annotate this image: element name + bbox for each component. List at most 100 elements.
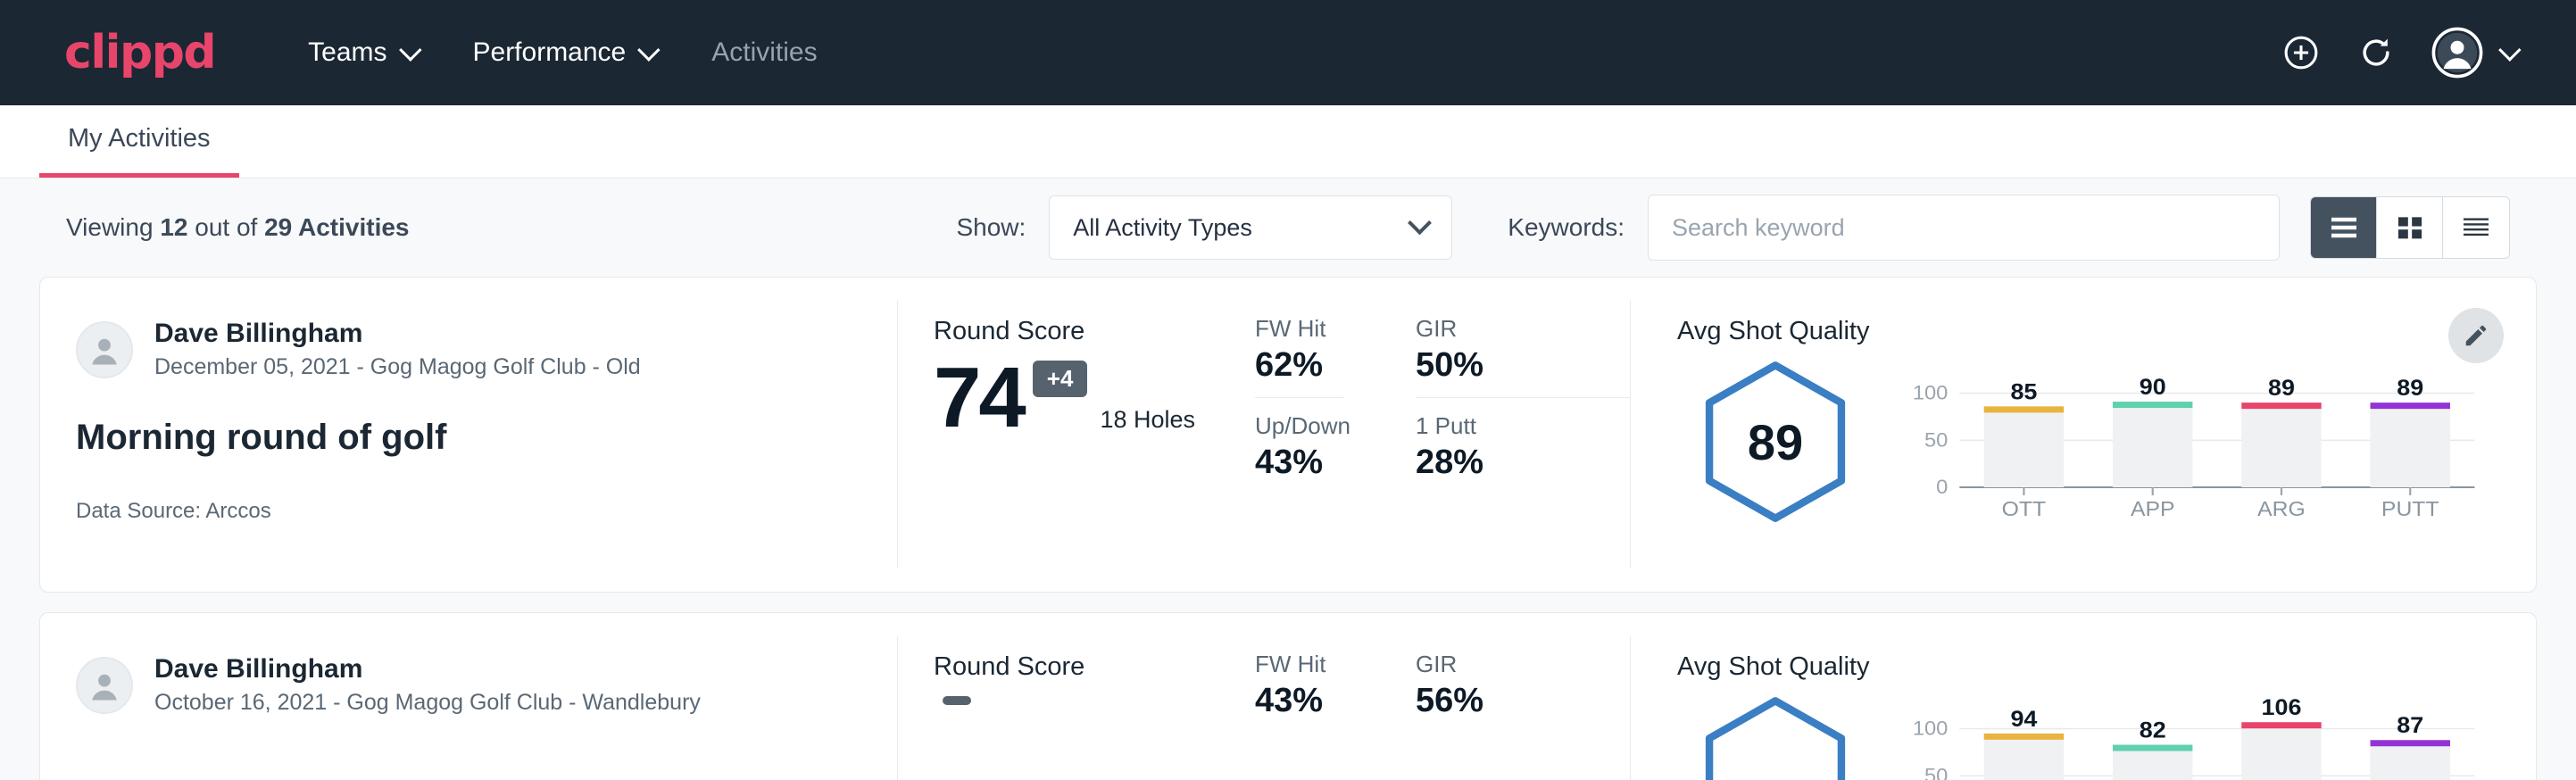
avg-shot-quality-body: 89 05010085OTT90APP89ARG89PUTT <box>1677 361 2482 526</box>
view-mode-grid-button[interactable] <box>2377 197 2443 258</box>
view-mode-list-button[interactable] <box>2311 197 2377 258</box>
activity-author: Dave Billingham December 05, 2021 - Gog … <box>76 317 861 382</box>
svg-text:50: 50 <box>1924 428 1948 451</box>
svg-text:ARG: ARG <box>2257 498 2306 521</box>
avg-shot-quality-label: Avg Shot Quality <box>1677 317 2482 346</box>
activity-meta: October 16, 2021 - Gog Magog Golf Club -… <box>154 688 701 718</box>
round-score-row <box>934 691 1255 705</box>
tab-my-activities[interactable]: My Activities <box>39 124 239 178</box>
svg-text:94: 94 <box>2010 706 2038 732</box>
stat-value: 56% <box>1416 682 1630 720</box>
nav-links: Teams Performance Activities <box>279 21 845 84</box>
list-view-icon <box>2329 215 2359 240</box>
pencil-icon <box>2463 322 2489 349</box>
clippd-logo[interactable]: clippd <box>64 26 215 79</box>
stat-label: FW Hit <box>1255 315 1344 343</box>
chevron-down-icon <box>637 38 660 61</box>
stats-grid: FW Hit 62% GIR 50% Up/Down 43% 1 Putt 28… <box>1255 278 1630 592</box>
quality-score-value <box>1700 696 1850 780</box>
account-avatar-icon <box>2431 27 2483 79</box>
activity-type-select-value: All Activity Types <box>1073 214 1252 242</box>
activity-card[interactable]: Dave Billingham October 16, 2021 - Gog M… <box>39 612 2537 780</box>
activity-card[interactable]: Dave Billingham December 05, 2021 - Gog … <box>39 277 2537 593</box>
nav-item-performance-label: Performance <box>473 37 627 68</box>
stat-value: 50% <box>1416 346 1630 385</box>
stat-label: 1 Putt <box>1416 412 1630 440</box>
round-score-label: Round Score <box>934 652 1255 682</box>
tab-bar: My Activities <box>0 105 2576 178</box>
stat-label: GIR <box>1416 651 1630 678</box>
viewing-prefix: Viewing <box>66 213 160 241</box>
stat-gir: GIR 56% <box>1416 651 1630 720</box>
show-label: Show: <box>956 213 1026 242</box>
activity-author: Dave Billingham October 16, 2021 - Gog M… <box>76 652 861 718</box>
filter-controls: Show: All Activity Types Keywords: <box>956 195 2510 261</box>
view-mode-toggle-group <box>2310 196 2510 259</box>
round-score-section: Round Score 74 +4 18 Holes <box>898 278 1255 592</box>
avg-shot-quality-section: Avg Shot Quality 89 05010085OTT90APP89AR… <box>1631 278 2536 592</box>
activity-type-select[interactable]: All Activity Types <box>1049 195 1452 260</box>
round-score-row: 74 +4 18 Holes <box>934 355 1255 441</box>
stat-value: 28% <box>1416 444 1630 482</box>
nav-item-activities-label: Activities <box>711 37 817 68</box>
chevron-down-icon <box>399 38 421 61</box>
viewing-total: 29 Activities <box>264 213 409 241</box>
stat-value: 43% <box>1255 444 1344 482</box>
svg-text:OTT: OTT <box>2002 498 2047 521</box>
nav-item-activities[interactable]: Activities <box>683 21 845 84</box>
round-score-section: Round Score <box>898 613 1255 780</box>
person-icon <box>84 329 125 370</box>
svg-text:0: 0 <box>1936 476 1948 498</box>
viewing-middle: out of <box>187 213 264 241</box>
svg-text:89: 89 <box>2397 375 2423 401</box>
svg-text:89: 89 <box>2268 375 2295 401</box>
divider <box>1255 397 1344 398</box>
quality-hexagon-wrap <box>1677 696 1874 780</box>
svg-text:87: 87 <box>2397 712 2423 738</box>
activity-meta: December 05, 2021 - Gog Magog Golf Club … <box>154 353 641 383</box>
avg-shot-quality-section: Avg Shot Quality 05010094OTT82APP106ARG8… <box>1631 613 2536 780</box>
svg-text:APP: APP <box>2131 498 2175 521</box>
account-menu[interactable] <box>2431 27 2515 79</box>
chevron-down-icon <box>2498 38 2521 61</box>
nav-item-teams[interactable]: Teams <box>279 21 444 84</box>
refresh-icon[interactable] <box>2356 33 2396 72</box>
avg-shot-quality-body: 05010094OTT82APP106ARG87PUTT <box>1677 696 2482 780</box>
round-score-label: Round Score <box>934 317 1255 346</box>
stat-value: 43% <box>1255 682 1344 720</box>
stat-label: Up/Down <box>1255 412 1344 440</box>
plus-circle-icon[interactable] <box>2281 33 2321 72</box>
svg-text:100: 100 <box>1913 717 1949 739</box>
stat-label: GIR <box>1416 315 1630 343</box>
page-body: Viewing 12 out of 29 Activities Show: Al… <box>0 178 2576 780</box>
svg-text:85: 85 <box>2010 378 2037 404</box>
shot-quality-bar-chart: 05010085OTT90APP89ARG89PUTT <box>1906 361 2482 526</box>
score-to-par-badge: +4 <box>1033 361 1088 397</box>
avatar <box>76 321 133 378</box>
quality-score-value: 89 <box>1700 361 1850 523</box>
view-mode-compact-button[interactable] <box>2443 197 2509 258</box>
avatar <box>76 657 133 714</box>
activity-summary: Dave Billingham October 16, 2021 - Gog M… <box>40 613 897 780</box>
search-input[interactable] <box>1648 195 2280 261</box>
stat-gir: GIR 50% <box>1416 315 1630 412</box>
svg-text:50: 50 <box>1924 764 1948 780</box>
stat-value: 62% <box>1255 346 1344 385</box>
svg-text:100: 100 <box>1913 381 1949 403</box>
svg-text:106: 106 <box>2262 696 2302 720</box>
person-icon <box>84 665 125 706</box>
score-to-par-badge <box>943 696 971 705</box>
quality-hexagon-wrap: 89 <box>1677 361 1874 523</box>
activity-data-source: Data Source: Arccos <box>76 499 861 524</box>
activity-summary: Dave Billingham December 05, 2021 - Gog … <box>40 278 897 592</box>
grid-view-icon <box>2396 214 2424 241</box>
holes-count: 18 Holes <box>1100 406 1195 441</box>
round-score-value: 74 <box>934 355 1024 441</box>
shot-quality-bar-chart: 05010094OTT82APP106ARG87PUTT <box>1906 696 2482 780</box>
filter-bar: Viewing 12 out of 29 Activities Show: Al… <box>39 178 2537 277</box>
viewing-count: 12 <box>160 213 187 241</box>
activity-title: Morning round of golf <box>76 418 861 458</box>
quality-hexagon <box>1700 696 1850 780</box>
edit-activity-button[interactable] <box>2448 308 2504 363</box>
nav-item-performance[interactable]: Performance <box>445 21 684 84</box>
